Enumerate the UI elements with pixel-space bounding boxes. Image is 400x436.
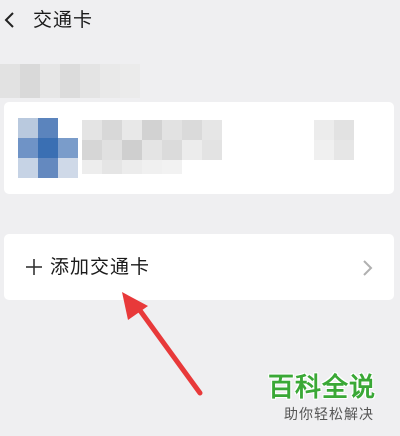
plus-icon (24, 257, 44, 277)
existing-transit-card[interactable] (4, 102, 394, 194)
page-title: 交通卡 (33, 9, 94, 31)
header: 交通卡 (0, 0, 400, 40)
chevron-right-icon (360, 258, 374, 278)
watermark-subtitle: 助你轻松解决 (284, 407, 374, 423)
back-chevron-icon[interactable] (0, 6, 22, 34)
blurred-account-name (0, 64, 140, 98)
add-transit-card-label: 添加交通卡 (50, 256, 151, 278)
pixelated-card-content (18, 118, 354, 178)
watermark-title: 百科全说 (268, 373, 377, 403)
add-transit-card-row[interactable]: 添加交通卡 (4, 234, 394, 300)
watermark-logo: 百科全说 助你轻松解决 (268, 372, 388, 428)
